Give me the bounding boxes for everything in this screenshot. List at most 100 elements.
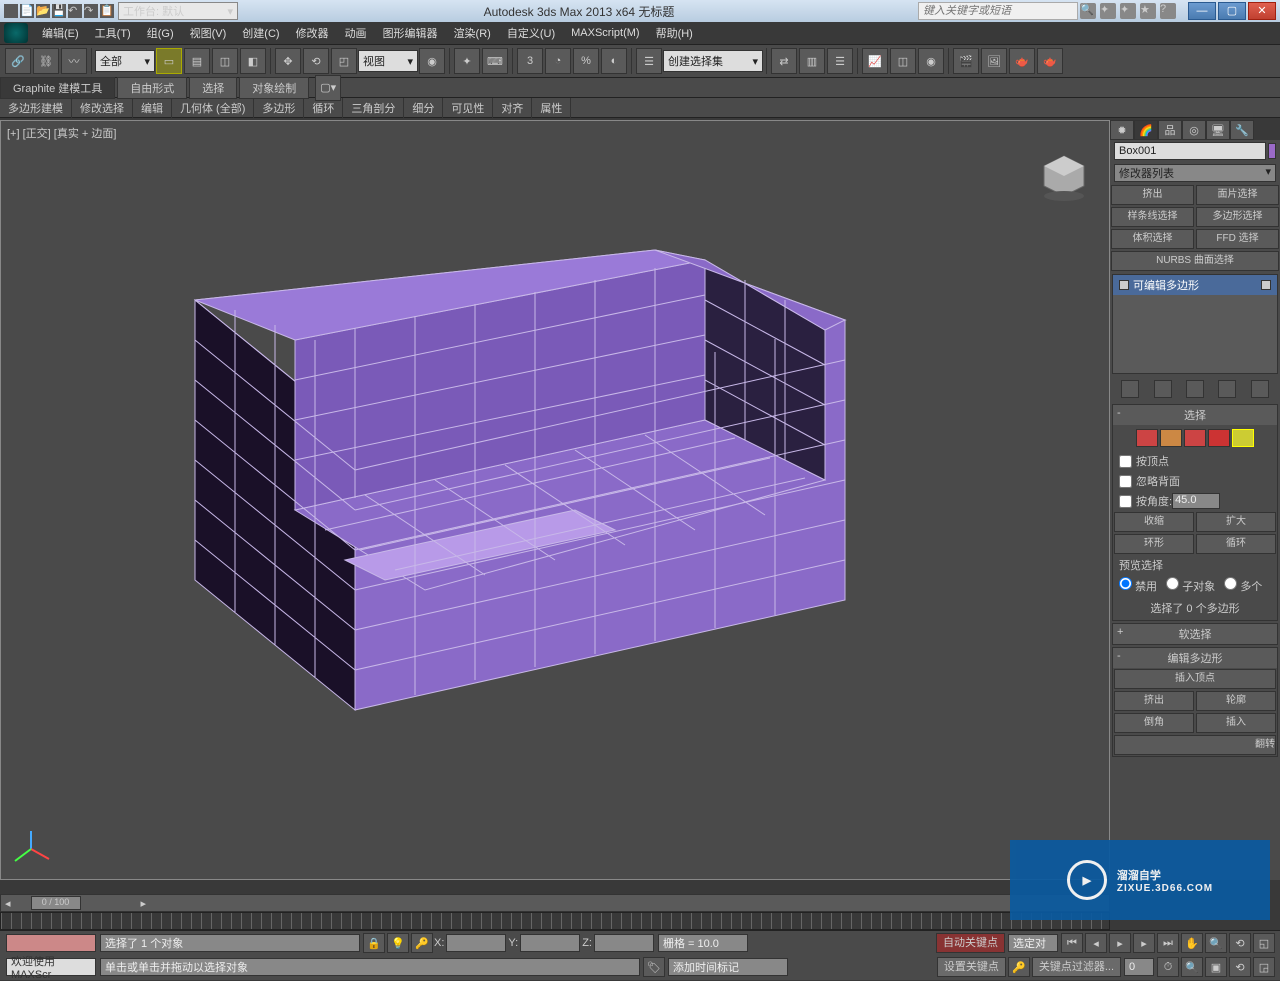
viewport-label[interactable]: [+] [正交] [真实 + 边面] <box>7 125 116 141</box>
remove-mod-icon[interactable] <box>1218 380 1236 398</box>
menu-customize[interactable]: 自定义(U) <box>499 25 563 41</box>
render-prod-icon[interactable]: 🫖 <box>1037 48 1063 74</box>
panel-geometry[interactable]: 几何体 (全部) <box>172 98 254 118</box>
menu-animation[interactable]: 动画 <box>337 25 375 41</box>
object-color-swatch[interactable] <box>1268 143 1276 159</box>
create-tab-icon[interactable]: ✹ <box>1110 120 1134 140</box>
play-icon[interactable]: ▸ <box>1109 933 1131 953</box>
render-frame-icon[interactable]: 🖼 <box>981 48 1007 74</box>
display-tab-icon[interactable]: 🖥 <box>1206 120 1230 140</box>
mod-nurbs-button[interactable]: NURBS 曲面选择 <box>1111 251 1279 271</box>
nav-zoom-icon[interactable]: 🔍 <box>1205 933 1227 953</box>
time-slider-thumb[interactable]: 0 / 100 <box>31 896 81 910</box>
open-icon[interactable]: 📂 <box>36 4 50 18</box>
insert-vertex-button[interactable]: 插入顶点 <box>1114 669 1276 689</box>
menu-views[interactable]: 视图(V) <box>182 25 235 41</box>
panel-align[interactable]: 对齐 <box>493 98 532 118</box>
coord-z-field[interactable] <box>594 934 654 952</box>
utilities-tab-icon[interactable]: 🔧 <box>1230 120 1254 140</box>
subobj-vertex-icon[interactable] <box>1136 429 1158 447</box>
link-tool-icon[interactable]: 🔗 <box>5 48 31 74</box>
ring-button[interactable]: 环形 <box>1114 534 1194 554</box>
mod-faceselect-button[interactable]: 面片选择 <box>1196 185 1279 205</box>
time-slider[interactable]: ◂ 0 / 100 ▸ <box>0 894 1110 912</box>
layers-icon[interactable]: ☰ <box>827 48 853 74</box>
time-tag-icon[interactable]: 🏷 <box>643 957 665 977</box>
menu-grapheditors[interactable]: 图形编辑器 <box>375 25 446 41</box>
tab-freeform[interactable]: 自由形式 <box>117 77 187 99</box>
flip-button[interactable]: 翻转 <box>1114 735 1276 755</box>
named-selection-dropdown[interactable]: 创建选择集▾ <box>663 50 763 72</box>
mod-polyselect-button[interactable]: 多边形选择 <box>1196 207 1279 227</box>
spinner-snap-icon[interactable]: ◐ <box>601 48 627 74</box>
close-button[interactable]: ✕ <box>1248 2 1276 20</box>
lock-selection-icon[interactable]: 🔒 <box>363 933 385 953</box>
minimize-button[interactable]: — <box>1188 2 1216 20</box>
coord-y-field[interactable] <box>520 934 580 952</box>
stack-toggle-icon[interactable] <box>1261 280 1271 290</box>
prev-frame-icon[interactable]: ◂ <box>1085 933 1107 953</box>
search-input[interactable] <box>918 2 1078 20</box>
selection-filter-dropdown[interactable]: 全部▾ <box>95 50 155 72</box>
nav-orbit2-icon[interactable]: ⟲ <box>1229 957 1251 977</box>
select-name-icon[interactable]: ▤ <box>184 48 210 74</box>
rotate-tool-icon[interactable]: ⟲ <box>303 48 329 74</box>
key-mode-dropdown[interactable]: 选定对 <box>1008 934 1058 952</box>
panel-loops[interactable]: 循环 <box>304 98 343 118</box>
outline-button[interactable]: 轮廓 <box>1196 691 1276 711</box>
menu-maxscript[interactable]: MAXScript(M) <box>563 27 647 39</box>
snap-toggle-icon[interactable]: 3 <box>517 48 543 74</box>
pivot-center-icon[interactable]: ◉ <box>419 48 445 74</box>
configure-icon[interactable] <box>1251 380 1269 398</box>
bind-tool-icon[interactable]: 〰 <box>61 48 87 74</box>
edit-named-icon[interactable]: ☰ <box>636 48 662 74</box>
render-setup-icon[interactable]: 🎬 <box>953 48 979 74</box>
nav-max-icon[interactable]: ◱ <box>1253 933 1275 953</box>
max-logo-icon[interactable] <box>4 23 28 43</box>
time-config-icon[interactable]: ⏱ <box>1157 957 1179 977</box>
track-bar[interactable] <box>0 912 1110 930</box>
modifier-stack[interactable]: 可编辑多边形 <box>1112 274 1278 374</box>
current-frame-field[interactable]: 0 <box>1124 958 1154 976</box>
panel-visibility[interactable]: 可见性 <box>443 98 493 118</box>
nav-orbit-icon[interactable]: ⟲ <box>1229 933 1251 953</box>
autokey-button[interactable]: 自动关键点 <box>936 933 1005 953</box>
render-icon[interactable]: 🫖 <box>1009 48 1035 74</box>
selection-lock-icon[interactable]: 🔑 <box>411 933 433 953</box>
modify-tab-icon[interactable]: 🌈 <box>1134 120 1158 140</box>
by-angle-check[interactable] <box>1119 495 1132 508</box>
menu-modifiers[interactable]: 修改器 <box>288 25 337 41</box>
stack-expand-icon[interactable] <box>1119 280 1129 290</box>
workspace-dropdown[interactable]: 工作台: 默认 ▾ <box>118 2 238 20</box>
scale-tool-icon[interactable]: ◰ <box>331 48 357 74</box>
preview-disable-radio[interactable] <box>1119 577 1132 590</box>
subobj-element-icon[interactable] <box>1232 429 1254 447</box>
subobj-edge-icon[interactable] <box>1160 429 1182 447</box>
extrude-button[interactable]: 挤出 <box>1114 691 1194 711</box>
tab-selection[interactable]: 选择 <box>189 77 237 99</box>
help-icon[interactable]: ? <box>1160 3 1176 19</box>
link-icon[interactable]: 📋 <box>100 4 114 18</box>
hierarchy-tab-icon[interactable]: 品 <box>1158 120 1182 140</box>
panel-modifysel[interactable]: 修改选择 <box>72 98 133 118</box>
ref-coord-dropdown[interactable]: 视图▾ <box>358 50 418 72</box>
isolate-icon[interactable]: 💡 <box>387 933 409 953</box>
mod-volselect-button[interactable]: 体积选择 <box>1111 229 1194 249</box>
inset-button[interactable]: 插入 <box>1196 713 1276 733</box>
nav-zoom2-icon[interactable]: 🔍 <box>1181 957 1203 977</box>
menu-tools[interactable]: 工具(T) <box>87 25 139 41</box>
redo-icon[interactable]: ↷ <box>84 4 98 18</box>
mod-ffdselect-button[interactable]: FFD 选择 <box>1196 229 1279 249</box>
angle-snap-icon[interactable]: ◔ <box>545 48 571 74</box>
exchange-icon[interactable]: ✦ <box>1120 3 1136 19</box>
menu-help[interactable]: 帮助(H) <box>648 25 701 41</box>
menu-group[interactable]: 组(G) <box>139 25 182 41</box>
tab-objectpaint[interactable]: 对象绘制 <box>239 77 309 99</box>
keyboard-shortcut-icon[interactable]: ⌨ <box>482 48 508 74</box>
nav-fov-icon[interactable]: ▣ <box>1205 957 1227 977</box>
show-end-icon[interactable] <box>1154 380 1172 398</box>
mod-extrude-button[interactable]: 挤出 <box>1111 185 1194 205</box>
editpoly-header[interactable]: -编辑多边形 <box>1113 648 1277 668</box>
panel-tri[interactable]: 三角剖分 <box>343 98 404 118</box>
softsel-header[interactable]: +软选择 <box>1113 624 1277 644</box>
